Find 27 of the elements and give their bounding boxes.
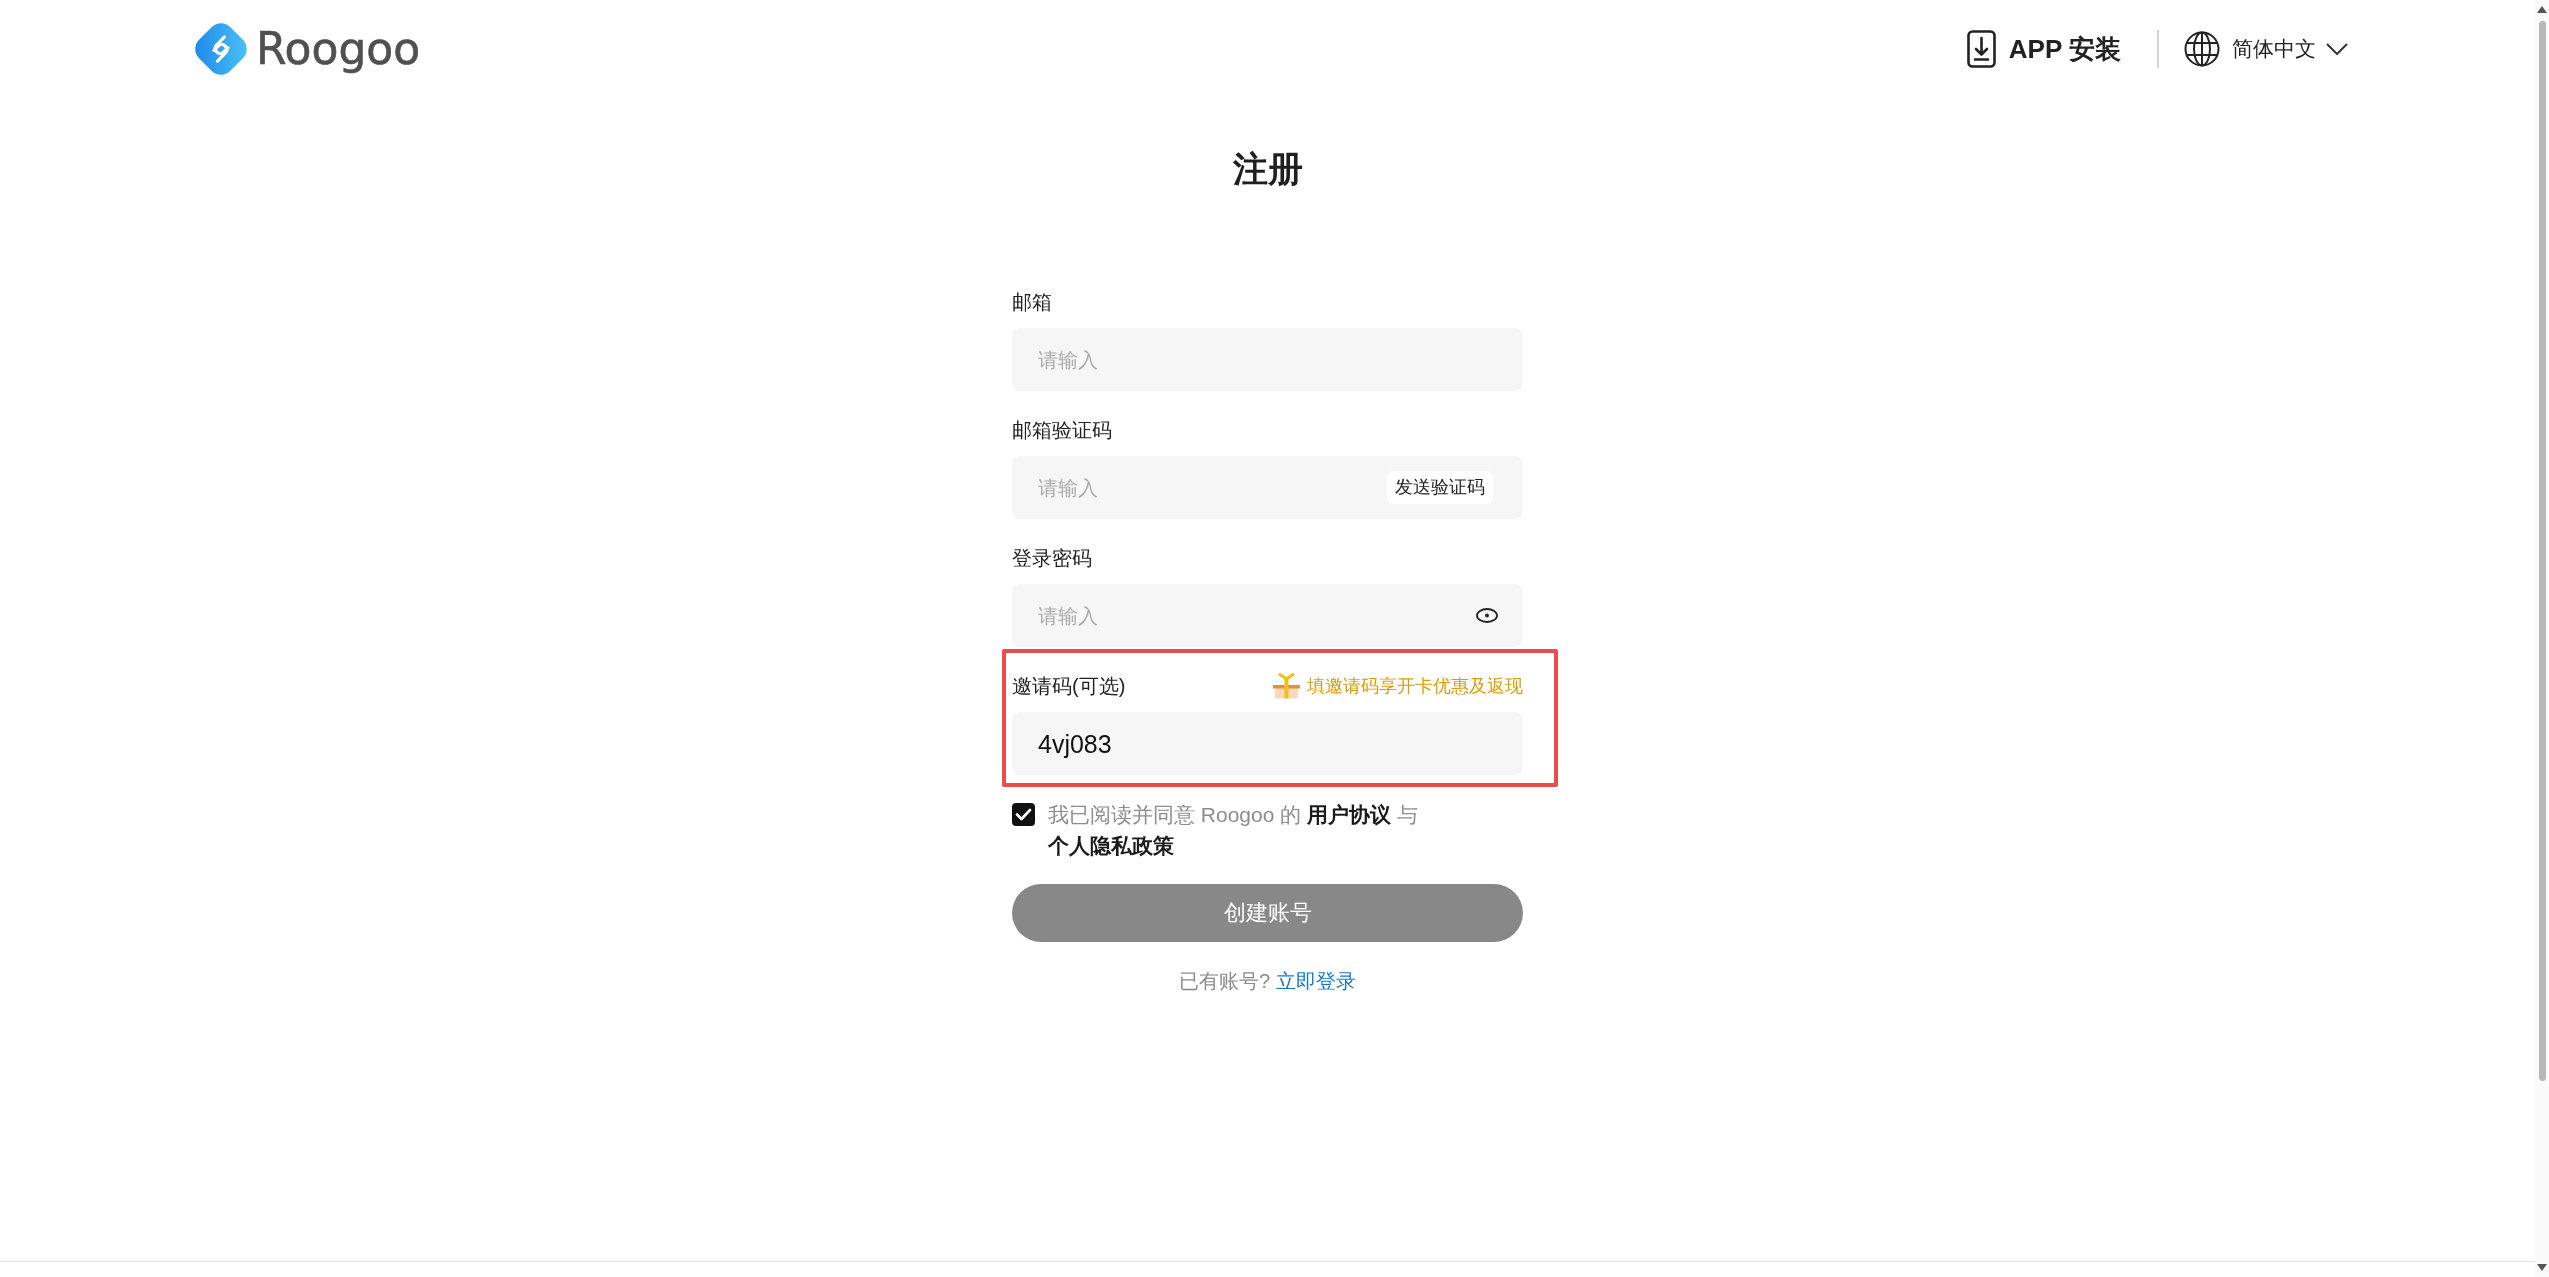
agreement-text: 我已阅读并同意 Roogoo 的 用户协议 与 个人隐私政策 — [1048, 802, 1419, 859]
input-field[interactable]: 4vj083 — [1012, 712, 1523, 775]
phone-download-icon — [1966, 30, 1996, 68]
send-code-button[interactable]: 发送验证码 — [1387, 471, 1493, 504]
field-label: 邮箱验证码 — [1012, 418, 1112, 443]
globe-icon — [2184, 31, 2220, 67]
field-label: 邀请码(可选) — [1012, 674, 1126, 699]
agreement-link[interactable]: 用户协议 — [1307, 803, 1392, 826]
agreement-link[interactable]: 个人隐私政策 — [1048, 834, 1174, 857]
scroll-down-icon[interactable] — [2537, 1264, 2547, 1271]
field-label: 邮箱 — [1012, 290, 1052, 315]
promo-hint: 填邀请码享开卡优惠及返现 — [1307, 675, 1523, 698]
logo-text: Roogoo — [256, 24, 421, 74]
login-link[interactable]: 立即登录 — [1276, 966, 1357, 996]
language-selector[interactable]: 简体中文 — [2184, 31, 2348, 67]
field-label: 登录密码 — [1012, 546, 1092, 571]
chevron-down-icon — [2326, 43, 2348, 55]
app-install-button[interactable]: APP 安装 — [1966, 30, 2121, 68]
eye-icon[interactable] — [1476, 608, 1498, 623]
input-field[interactable]: 请输入 发送验证码 — [1012, 456, 1523, 519]
login-prompt-text: 已有账号? — [1178, 969, 1271, 994]
agreement-checkbox[interactable] — [1012, 803, 1035, 826]
scroll-up-icon[interactable] — [2537, 6, 2547, 13]
scrollbar-thumb[interactable] — [2538, 21, 2546, 1081]
scrollbar[interactable] — [2535, 0, 2549, 1277]
gift-icon — [1272, 673, 1301, 699]
page-title: 注册 — [1232, 148, 1303, 190]
